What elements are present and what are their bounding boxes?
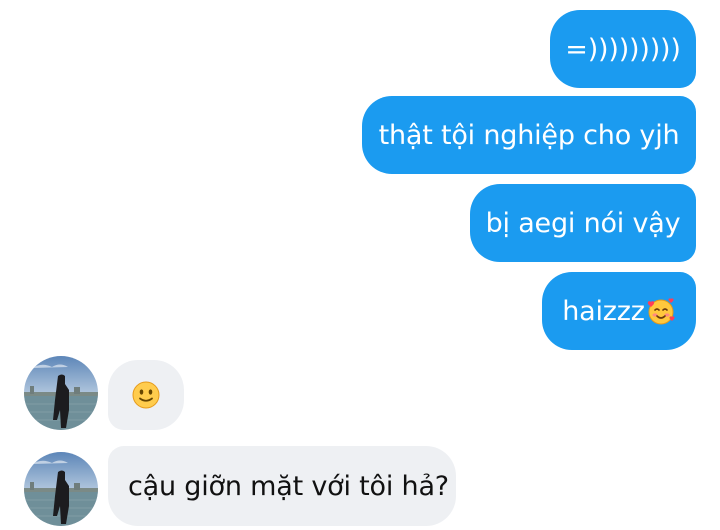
message-text: thật tội nghiệp cho yjh <box>378 119 680 151</box>
message-text: haizzz <box>562 295 645 327</box>
avatar[interactable] <box>24 452 98 526</box>
chat-thread: =))))))))) thật tội nghiệp cho yjh bị ae… <box>0 0 720 530</box>
avatar-photo <box>24 452 98 526</box>
smiling-face-with-hearts-icon <box>647 298 675 325</box>
outgoing-message-2[interactable]: thật tội nghiệp cho yjh <box>362 96 696 174</box>
message-text: bị aegi nói vậy <box>485 207 681 239</box>
outgoing-message-3[interactable]: bị aegi nói vậy <box>470 184 696 262</box>
incoming-message-2[interactable]: cậu giỡn mặt với tôi hả? <box>108 446 456 526</box>
message-text: cậu giỡn mặt với tôi hả? <box>128 470 449 502</box>
avatar-photo <box>24 356 98 430</box>
slightly-smiling-face-icon <box>132 381 160 409</box>
avatar[interactable] <box>24 356 98 430</box>
incoming-message-1[interactable] <box>108 360 184 430</box>
message-text: =))))))))) <box>565 33 681 65</box>
outgoing-message-4[interactable]: haizzz <box>542 272 696 350</box>
outgoing-message-1[interactable]: =))))))))) <box>550 10 696 88</box>
